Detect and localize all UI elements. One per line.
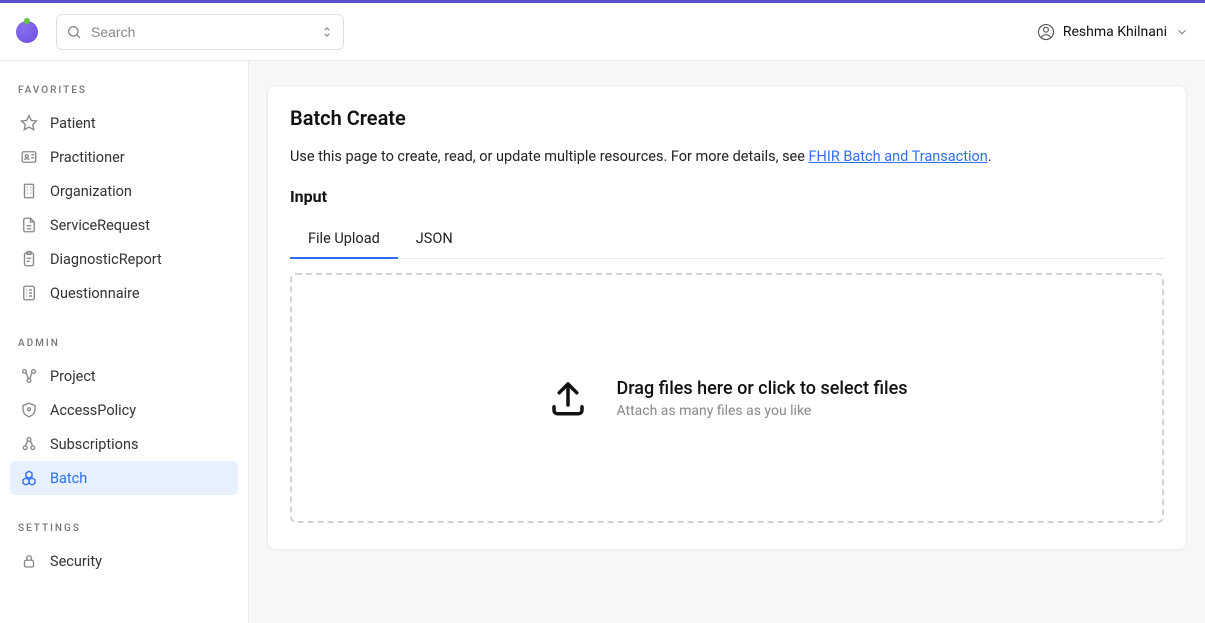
- star-icon: [20, 114, 38, 132]
- sidebar-item-patient[interactable]: Patient: [10, 106, 238, 140]
- file-dropzone[interactable]: Drag files here or click to select files…: [290, 273, 1164, 523]
- tab-file-upload[interactable]: File Upload: [290, 220, 398, 259]
- sidebar-item-label: Batch: [50, 470, 87, 487]
- app-logo: [16, 21, 38, 43]
- tab-json[interactable]: JSON: [398, 220, 471, 258]
- sidebar-item-label: ServiceRequest: [50, 217, 150, 234]
- sidebar-item-label: Patient: [50, 115, 96, 132]
- sidebar-item-label: Subscriptions: [50, 436, 138, 453]
- sidebar-item-label: AccessPolicy: [50, 402, 136, 419]
- dropzone-text: Drag files here or click to select files…: [617, 378, 908, 419]
- input-heading: Input: [290, 187, 1164, 206]
- sidebar-item-organization[interactable]: Organization: [10, 174, 238, 208]
- form-icon: [20, 284, 38, 302]
- user-name: Reshma Khilnani: [1063, 24, 1167, 40]
- input-tabs: File UploadJSON: [290, 220, 1164, 259]
- dropzone-title: Drag files here or click to select files: [617, 378, 908, 399]
- sidebar-item-label: Project: [50, 368, 96, 385]
- sidebar-item-batch[interactable]: Batch: [10, 461, 238, 495]
- sidebar-item-label: Practitioner: [50, 149, 125, 166]
- sidebar-item-accesspolicy[interactable]: AccessPolicy: [10, 393, 238, 427]
- boxes-icon: [20, 469, 38, 487]
- sidebar-item-label: Security: [50, 553, 102, 570]
- select-caret-icon: [320, 25, 334, 39]
- nodes-icon: [20, 367, 38, 385]
- lock-icon: [20, 552, 38, 570]
- upload-icon: [547, 377, 589, 419]
- webhook-icon: [20, 435, 38, 453]
- sidebar-item-diagnosticreport[interactable]: DiagnosticReport: [10, 242, 238, 276]
- shield-icon: [20, 401, 38, 419]
- building-icon: [20, 182, 38, 200]
- page-title: Batch Create: [290, 106, 1164, 130]
- dropzone-subtitle: Attach as many files as you like: [617, 403, 908, 419]
- sidebar: FAVORITES Patient Practitioner Organization…: [0, 61, 249, 623]
- clipboard-icon: [20, 250, 38, 268]
- batch-create-card: Batch Create Use this page to create, re…: [267, 85, 1187, 550]
- section-label: SETTINGS: [10, 517, 238, 544]
- app-header: Reshma Khilnani: [0, 3, 1205, 61]
- sidebar-item-label: DiagnosticReport: [50, 251, 162, 268]
- user-icon: [1037, 23, 1055, 41]
- sidebar-item-subscriptions[interactable]: Subscriptions: [10, 427, 238, 461]
- sidebar-item-servicerequest[interactable]: ServiceRequest: [10, 208, 238, 242]
- section-label: FAVORITES: [10, 79, 238, 106]
- file-icon: [20, 216, 38, 234]
- fhir-docs-link[interactable]: FHIR Batch and Transaction: [809, 148, 988, 165]
- page-description: Use this page to create, read, or update…: [290, 148, 1164, 165]
- user-menu[interactable]: Reshma Khilnani: [1037, 23, 1189, 41]
- sidebar-item-security[interactable]: Security: [10, 544, 238, 578]
- content-area: Batch Create Use this page to create, re…: [249, 61, 1205, 623]
- search-field: [56, 14, 344, 50]
- section-label: ADMIN: [10, 332, 238, 359]
- sidebar-item-practitioner[interactable]: Practitioner: [10, 140, 238, 174]
- chevron-down-icon: [1175, 25, 1189, 39]
- sidebar-item-label: Questionnaire: [50, 285, 140, 302]
- search-input[interactable]: [56, 14, 344, 50]
- sidebar-item-questionnaire[interactable]: Questionnaire: [10, 276, 238, 310]
- sidebar-item-label: Organization: [50, 183, 132, 200]
- sidebar-item-project[interactable]: Project: [10, 359, 238, 393]
- id-card-icon: [20, 148, 38, 166]
- search-icon: [66, 24, 82, 40]
